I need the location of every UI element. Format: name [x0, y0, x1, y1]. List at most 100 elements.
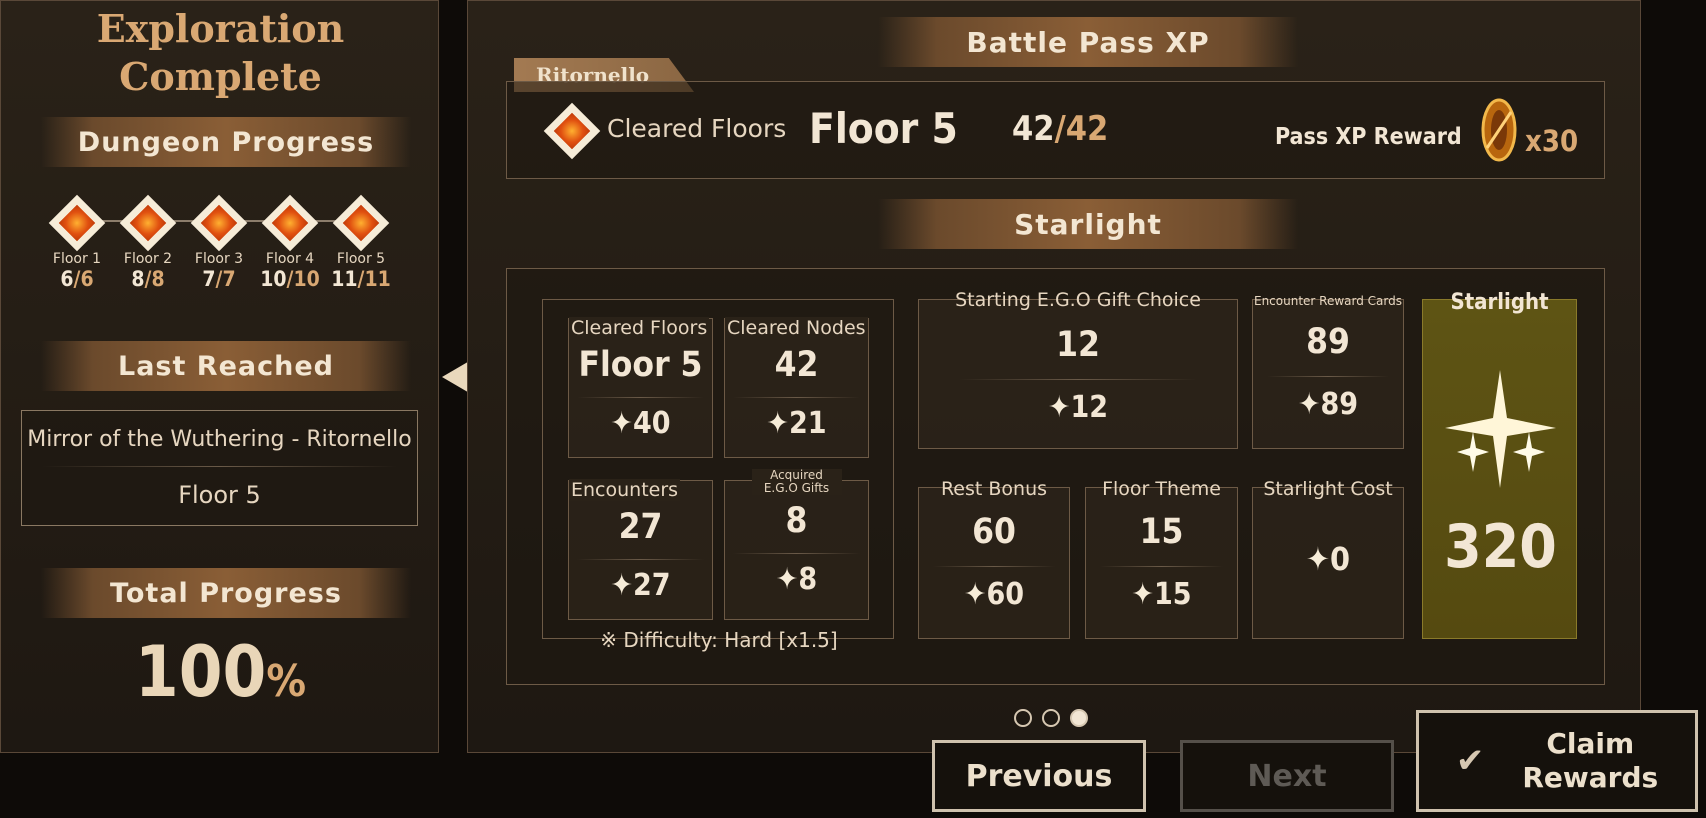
page-dot[interactable] — [1042, 709, 1060, 727]
stat-acquired-gifts: Acquired E.G.O Gifts 8 ✦8 — [724, 469, 869, 620]
claim-rewards-label: Claim Rewards — [1522, 727, 1659, 794]
stat-stars: ✦12 — [1047, 390, 1109, 425]
floor-node-count: 6/6 — [60, 267, 94, 291]
stat-label: Encounter Reward Cards — [1253, 294, 1402, 308]
floor-node-label: Floor 4 — [265, 251, 315, 267]
stat-value: 89 — [1306, 322, 1350, 362]
starlight-total-value: 320 — [1444, 512, 1557, 582]
star-icon: ✦ — [1297, 387, 1321, 422]
divider — [733, 397, 860, 398]
stat-value: 8 — [785, 501, 808, 541]
floor-node-label: Floor 5 — [336, 251, 386, 267]
stat-stars: ✦27 — [610, 568, 671, 603]
stat-label: Rest Bonus — [940, 478, 1048, 500]
cleared-floors-emblem-icon — [543, 102, 601, 160]
exploration-title-line1: Exploration — [96, 6, 345, 51]
page-indicator — [1014, 709, 1104, 731]
next-button[interactable]: Next — [1180, 740, 1394, 812]
stat-label: Encounters — [569, 479, 681, 501]
claim-rewards-button[interactable]: ✔ Claim Rewards — [1416, 710, 1698, 812]
last-reached-box: Mirror of the Wuthering - Ritornello Flo… — [21, 410, 418, 526]
next-button-label: Next — [1247, 758, 1327, 794]
floor-node-label: Floor 3 — [194, 251, 244, 267]
stat-value: 60 — [972, 512, 1016, 552]
starlight-banner: Starlight — [878, 199, 1298, 249]
starlight-total-box: Starlight 320 — [1422, 290, 1577, 639]
exploration-title: Exploration Complete — [1, 5, 440, 101]
pass-xp-reward-label: Pass XP Reward — [1275, 124, 1462, 150]
stat-label: Acquired E.G.O Gifts — [751, 469, 842, 495]
stat-rest-bonus: Rest Bonus 60 ✦60 — [918, 478, 1070, 639]
previous-button[interactable]: Previous — [932, 740, 1146, 812]
pass-xp-icon — [1481, 98, 1517, 162]
divider — [959, 379, 1197, 380]
floor-node-list: Floor 1 6/6 Floor 2 8/8 Floor 3 7/7 Floo… — [48, 194, 391, 299]
cleared-floor-count: 42/42 — [1012, 109, 1109, 149]
floor-node: Floor 4 10/10 — [260, 194, 320, 291]
floor-node-count: 7/7 — [202, 267, 236, 291]
star-icon: ✦ — [610, 568, 634, 603]
floor-node: Floor 3 7/7 — [190, 194, 248, 291]
floor-node: Floor 5 11/11 — [331, 194, 391, 291]
stat-value: 27 — [618, 507, 663, 547]
divider — [42, 466, 397, 467]
divider — [933, 566, 1055, 567]
stat-stars: ✦15 — [1131, 577, 1192, 612]
star-icon: ✦ — [775, 562, 799, 597]
stat-label: Cleared Floors — [569, 317, 710, 339]
stat-value: 12 — [1056, 325, 1100, 365]
stat-starlight-cost: Starlight Cost ✦0 — [1252, 478, 1404, 639]
stat-stars: ✦0 — [1305, 540, 1351, 578]
stat-stars: ✦40 — [610, 406, 671, 441]
stat-value: 15 — [1139, 512, 1184, 552]
floor-emblem-icon — [119, 194, 177, 252]
stat-stars: ✦21 — [766, 406, 827, 441]
stat-encounters: Encounters 27 ✦27 — [568, 479, 713, 620]
battle-pass-banner: Battle Pass XP — [878, 17, 1298, 67]
star-icon: ✦ — [610, 406, 634, 441]
starlight-title: Starlight — [1014, 207, 1162, 241]
exploration-title-line2: Complete — [119, 54, 322, 99]
page-dot[interactable] — [1014, 709, 1032, 727]
star-icon: ✦ — [1131, 577, 1155, 612]
starlight-icon — [1445, 370, 1556, 488]
stat-value: 42 — [774, 345, 819, 385]
floor-node-count: 8/8 — [131, 267, 165, 291]
pass-xp-multiplier: x30 — [1525, 124, 1579, 158]
floor-emblem-icon — [190, 194, 248, 252]
stat-floor-theme: Floor Theme 15 ✦15 — [1085, 478, 1238, 639]
exploration-summary-panel: Exploration Complete Dungeon Progress Fl… — [0, 0, 439, 753]
last-reached-floor: Floor 5 — [178, 481, 261, 509]
stat-label: Starting E.G.O Gift Choice — [955, 289, 1201, 311]
last-reached-title: Last Reached — [118, 350, 334, 382]
divider — [577, 397, 704, 398]
divider — [1267, 376, 1389, 377]
stat-cleared-floors: Cleared Floors Floor 5 ✦40 — [568, 317, 713, 458]
floor-emblem-icon — [261, 194, 319, 252]
floor-node-label: Floor 2 — [123, 251, 173, 267]
battle-pass-row: Cleared Floors Floor 5 42/42 Pass XP Rew… — [506, 81, 1605, 179]
floor-node: Floor 2 8/8 — [119, 194, 177, 291]
stat-label: Starlight Cost — [1263, 478, 1393, 500]
last-reached-banner: Last Reached — [41, 341, 411, 391]
star-icon: ✦ — [766, 406, 790, 441]
battle-pass-title: Battle Pass XP — [966, 25, 1210, 59]
difficulty-note: ※ Difficulty: Hard [x1.5] — [600, 628, 838, 652]
page-dot-active[interactable] — [1070, 709, 1088, 727]
starlight-breakdown: Cleared Floors Floor 5 ✦40 Cleared Nodes… — [506, 268, 1605, 685]
floor-node-count: 11/11 — [331, 267, 391, 291]
stat-starting-gift: Starting E.G.O Gift Choice 12 ✦12 — [918, 289, 1238, 449]
last-reached-dungeon-name: Mirror of the Wuthering - Ritornello — [27, 427, 412, 452]
starlight-total-label: Starlight — [1450, 290, 1549, 315]
total-progress-title: Total Progress — [110, 577, 342, 609]
divider — [577, 559, 704, 560]
cleared-floor-value: Floor 5 — [809, 104, 958, 153]
stat-label: Cleared Nodes — [725, 317, 868, 339]
stat-stars: ✦89 — [1297, 387, 1359, 422]
total-progress-value: 100% — [134, 631, 307, 713]
star-icon: ✦ — [1305, 540, 1331, 578]
exploration-stats-group: Cleared Floors Floor 5 ✦40 Cleared Nodes… — [542, 299, 894, 652]
divider — [1100, 566, 1223, 567]
star-icon: ✦ — [963, 577, 987, 612]
star-icon: ✦ — [1047, 390, 1071, 425]
